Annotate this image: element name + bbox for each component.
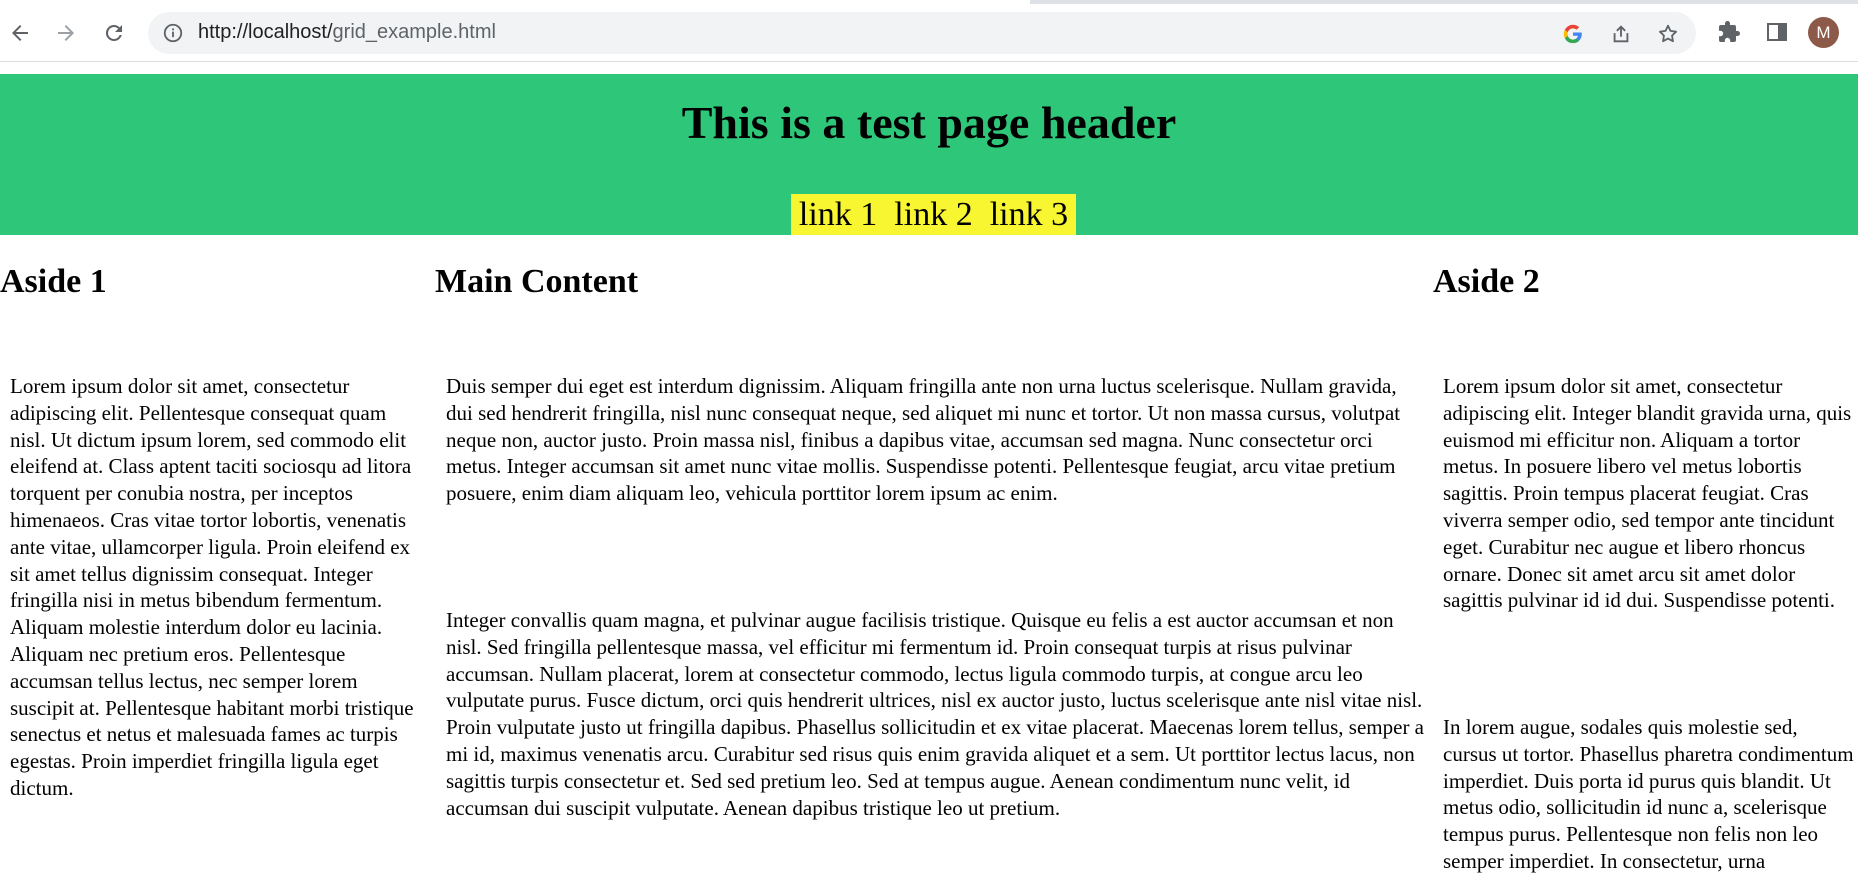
page-title: This is a test page header [681,97,1177,148]
extensions-puzzle-icon[interactable] [1716,19,1742,45]
nav-link-2[interactable]: link 2 [894,196,972,234]
url-host: http://localhost/ [198,21,333,43]
aside-1-heading: Aside 1 [0,263,107,300]
google-icon[interactable] [1561,22,1585,46]
aside-2-paragraph-2: In lorem augue, sodales quis molestie se… [1443,715,1854,873]
profile-avatar[interactable]: M [1808,17,1839,48]
side-panel-icon[interactable] [1764,19,1790,45]
nav-link-3[interactable]: link 3 [990,196,1068,234]
main-paragraph-1: Duis semper dui eget est interdum dignis… [446,374,1401,506]
tab-strip [0,0,1858,4]
avatar-letter: M [1816,22,1831,42]
main-paragraph-2: Integer convallis quam magna, et pulvina… [446,608,1425,820]
reload-icon[interactable] [98,17,130,49]
bookmark-star-icon[interactable] [1656,22,1680,46]
site-info-icon[interactable] [162,22,184,49]
browser-toolbar: http://localhost/grid_example.html M [0,0,1858,62]
nav-link-1[interactable]: link 1 [799,196,877,234]
back-arrow-icon[interactable] [4,17,36,49]
share-icon[interactable] [1609,22,1633,46]
aside-2-heading: Aside 2 [1433,263,1540,300]
url-path: grid_example.html [332,21,496,43]
aside-2-paragraph-1: Lorem ipsum dolor sit amet, consectetur … [1443,374,1852,613]
nav-links: link 1 link 2 link 3 [791,194,1076,235]
main-content-heading: Main Content [435,263,639,300]
page-header: This is a test page header link 1 link 2… [0,74,1858,235]
url-text[interactable]: http://localhost/grid_example.html [198,21,496,44]
forward-arrow-icon[interactable] [50,17,82,49]
aside-1-paragraph: Lorem ipsum dolor sit amet, consectetur … [10,374,414,800]
address-bar[interactable]: http://localhost/grid_example.html [148,12,1696,54]
